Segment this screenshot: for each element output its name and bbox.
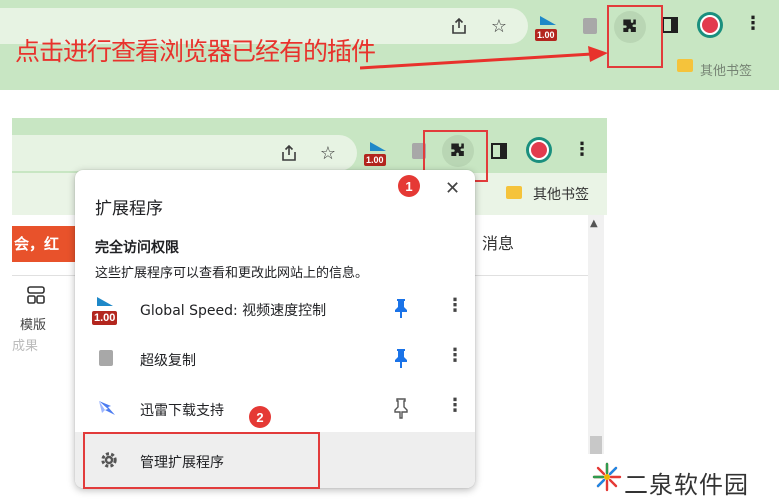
book-icon (99, 350, 113, 366)
chrome-menu-icon[interactable]: ⋮ (744, 15, 762, 33)
faded-label: 成果 (12, 339, 39, 354)
annotation-caption: 点击进行查看浏览器已经有的插件 (15, 37, 376, 66)
news-tab[interactable]: 消息 (482, 230, 514, 254)
speed-icon (97, 297, 113, 306)
avatar[interactable] (526, 137, 552, 163)
step-badge-1: 1 (398, 175, 420, 197)
side-panel-icon[interactable] (491, 143, 507, 159)
page-banner: 会，红 (12, 226, 84, 262)
close-icon[interactable]: ✕ (445, 178, 460, 199)
highlight-box-manage (83, 432, 320, 489)
folder-icon (677, 59, 693, 72)
extension-row[interactable]: 超级复制 ⋮ (75, 333, 475, 383)
template-icon[interactable] (26, 285, 46, 305)
more-options-icon[interactable]: ⋮ (446, 347, 464, 365)
speed-badge: 1.00 (92, 311, 118, 325)
pin-icon[interactable] (393, 347, 409, 369)
extension-row[interactable]: 迅雷下载支持 ⋮ (75, 383, 475, 433)
share-icon[interactable] (446, 13, 472, 39)
full-access-heading: 完全访问权限 (95, 240, 179, 256)
extension-name: 超级复制 (140, 353, 196, 369)
avatar[interactable] (697, 12, 723, 38)
folder-icon (506, 186, 522, 199)
pin-icon[interactable] (393, 297, 409, 319)
step-badge-2: 2 (249, 406, 271, 428)
address-bar[interactable] (12, 135, 357, 171)
chrome-menu-icon[interactable]: ⋮ (573, 141, 591, 159)
scrollbar-thumb[interactable] (590, 436, 602, 454)
highlight-box-extensions (607, 5, 663, 68)
more-options-icon[interactable]: ⋮ (446, 297, 464, 315)
extension-row[interactable]: 1.00 Global Speed: 视频速度控制 ⋮ (75, 283, 475, 333)
template-label[interactable]: 模版 (20, 314, 46, 333)
other-bookmarks[interactable]: 其他书签 (700, 60, 752, 79)
watermark-text: 二泉软件园 (624, 471, 749, 499)
full-access-description: 这些扩展程序可以查看和更改此网站上的信息。 (95, 266, 369, 281)
other-bookmarks[interactable]: 其他书签 (533, 184, 589, 204)
thunder-icon (99, 401, 115, 415)
annotation-arrow (360, 46, 608, 70)
more-options-icon[interactable]: ⋮ (446, 397, 464, 415)
bookmark-star-icon[interactable]: ☆ (486, 13, 512, 39)
book-icon[interactable] (583, 18, 597, 34)
speed-icon[interactable] (370, 142, 386, 151)
side-panel-icon[interactable] (662, 17, 678, 33)
menu-title: 扩展程序 (95, 199, 163, 219)
extension-name: Global Speed: 视频速度控制 (140, 303, 327, 319)
bookmark-star-icon[interactable]: ☆ (315, 140, 341, 166)
scroll-up-arrow-icon[interactable]: ▲ (590, 218, 598, 229)
pin-outline-icon[interactable] (393, 397, 409, 419)
share-icon[interactable] (276, 140, 302, 166)
extension-name: 迅雷下载支持 (140, 403, 224, 419)
watermark-logo-icon (592, 462, 622, 492)
speed-badge: 1.00 (364, 154, 386, 166)
speed-badge: 1.00 (535, 29, 557, 41)
speed-icon[interactable] (540, 16, 556, 25)
